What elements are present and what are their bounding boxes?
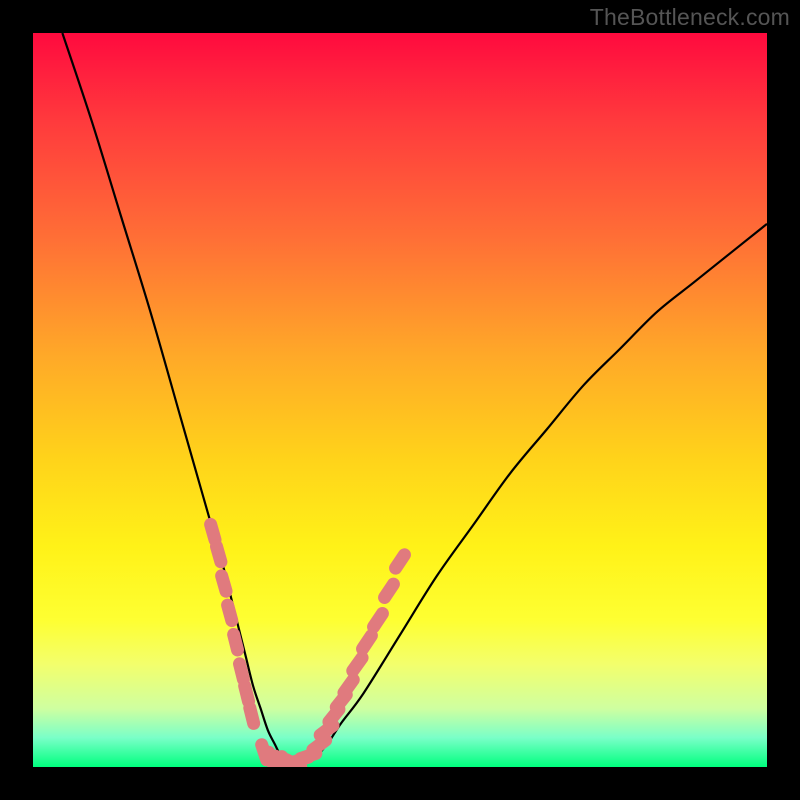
watermark-text: TheBottleneck.com [590, 4, 790, 31]
curve-marker [396, 555, 405, 568]
curve-marker [313, 740, 326, 750]
curve-marker [217, 546, 221, 561]
curve-marker [344, 680, 353, 693]
curve-marker [245, 686, 249, 702]
curve-marker [363, 636, 372, 649]
bottleneck-curve-path [62, 33, 767, 767]
curve-marker [240, 664, 244, 680]
curve-marker [250, 708, 254, 724]
marker-group [211, 524, 405, 767]
chart-frame: TheBottleneck.com [0, 0, 800, 800]
curve-marker [353, 658, 362, 671]
curve-marker [385, 584, 394, 597]
plot-area [33, 33, 767, 767]
curve-marker [234, 634, 238, 650]
curve-marker [211, 524, 215, 539]
curve-marker [222, 576, 226, 591]
curve-marker [228, 605, 232, 620]
curve-svg [33, 33, 767, 767]
curve-marker [374, 614, 383, 627]
